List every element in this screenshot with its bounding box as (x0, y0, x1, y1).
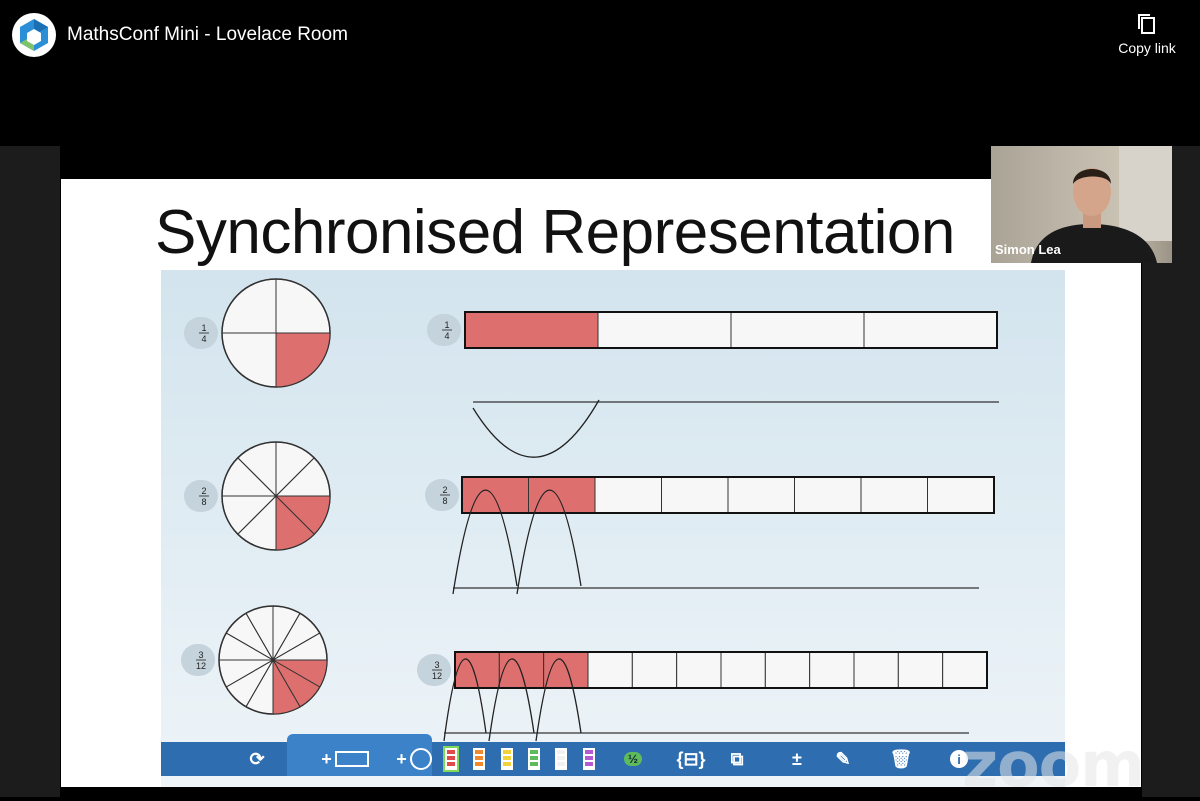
shared-slide: Synchronised Representation 1 4 1 4 2 8 2 8 3 12 3… (61, 179, 1141, 787)
fraction-numerator: 3 (434, 660, 439, 670)
slide-title: Synchronised Representation (155, 198, 955, 267)
fraction-denominator: 12 (432, 671, 442, 681)
fraction-denominator: 12 (196, 661, 206, 671)
fraction-numerator: 2 (442, 485, 447, 495)
bar-segment[interactable] (863, 311, 998, 349)
bar-segment[interactable] (853, 651, 899, 689)
add-bar-glyph: + (321, 748, 332, 769)
bar-segment[interactable] (897, 651, 944, 689)
copy-link-label: Copy link (1118, 40, 1176, 56)
participant-name: Simon Lea (995, 242, 1061, 257)
bar-segment[interactable] (661, 476, 729, 514)
bar-segment[interactable] (942, 651, 988, 689)
trash-icon[interactable]: 🗑 (887, 742, 915, 776)
bar-segment[interactable] (720, 651, 766, 689)
bar-white-icon[interactable] (547, 742, 575, 776)
fraction-denominator: 8 (201, 497, 206, 507)
fraction-icon[interactable]: ½ (619, 742, 647, 776)
fraction-numerator: 3 (198, 650, 203, 660)
fraction-glyph: ½ (623, 752, 642, 766)
jump-arc (472, 399, 600, 458)
bar-segment[interactable] (631, 651, 678, 689)
trash-glyph: 🗑 (889, 748, 913, 769)
fraction-denominator: 4 (444, 331, 449, 341)
bar-green-icon[interactable] (520, 742, 548, 776)
video-title[interactable]: MathsConf Mini - Lovelace Room (67, 24, 348, 46)
copy-link-button[interactable]: Copy link (1108, 12, 1186, 58)
split-glyph: {⊟} (676, 748, 706, 769)
pen-icon[interactable]: ✎ (829, 742, 857, 776)
bar-segment[interactable] (764, 651, 811, 689)
tool-bar: ⟳ + + ½ {⊟} ⧉ ± ✎ 🗑 i (161, 734, 1065, 776)
bar-red-icon[interactable] (437, 742, 465, 776)
top-bar: MathsConf Mini - Lovelace Room Copy link (0, 0, 1200, 80)
refresh-glyph: ⟳ (249, 748, 265, 769)
circle-sector-shaded[interactable] (275, 332, 331, 388)
fraction-denominator: 8 (442, 496, 447, 506)
pen-glyph: ✎ (835, 748, 851, 769)
compare-icon[interactable]: ⧉ (723, 742, 751, 776)
participant-video[interactable]: Simon Lea (991, 146, 1172, 263)
bar-segment[interactable] (587, 651, 633, 689)
fraction-panel: 1 4 1 4 2 8 2 8 3 12 3 12 (161, 270, 1065, 787)
bar-segment[interactable] (727, 476, 795, 514)
bar-orange-icon[interactable] (465, 742, 493, 776)
add-circle-icon[interactable]: + (389, 742, 439, 776)
bar-segment-shaded[interactable] (528, 476, 596, 514)
operations-icon[interactable]: ± (783, 742, 811, 776)
bar-segment[interactable] (594, 476, 662, 514)
bar-segment[interactable] (860, 476, 928, 514)
fraction-numerator: 2 (201, 486, 206, 496)
add-bar-icon[interactable]: + (315, 742, 375, 776)
bar-segment[interactable] (927, 476, 995, 514)
bar-segment[interactable] (676, 651, 722, 689)
fraction-numerator: 1 (444, 320, 449, 330)
bar-yellow-icon[interactable] (493, 742, 521, 776)
bar-segment-shaded[interactable] (464, 311, 599, 349)
operations-glyph: ± (792, 748, 802, 769)
bar-segment[interactable] (730, 311, 865, 349)
video-letterbox-left (0, 146, 60, 797)
bar-segment[interactable] (597, 311, 732, 349)
bar-segment[interactable] (794, 476, 862, 514)
circle-outline-glyph (409, 748, 432, 770)
fraction-denominator: 4 (201, 334, 206, 344)
compare-glyph: ⧉ (730, 748, 744, 769)
fraction-numerator: 1 (201, 323, 206, 333)
add-circle-glyph: + (396, 748, 407, 769)
zoom-watermark: zoom (962, 728, 1145, 801)
bar-segment-shaded[interactable] (498, 651, 545, 689)
refresh-icon[interactable]: ⟳ (243, 742, 271, 776)
fraction-diagrams: 14142828312 312 (181, 278, 999, 742)
split-icon[interactable]: {⊟} (676, 742, 706, 776)
copy-icon (1138, 14, 1155, 34)
bar-outline-glyph (334, 751, 369, 767)
bar-purple-icon[interactable] (575, 742, 603, 776)
bar-segment[interactable] (809, 651, 855, 689)
channel-logo-icon[interactable] (12, 13, 56, 57)
